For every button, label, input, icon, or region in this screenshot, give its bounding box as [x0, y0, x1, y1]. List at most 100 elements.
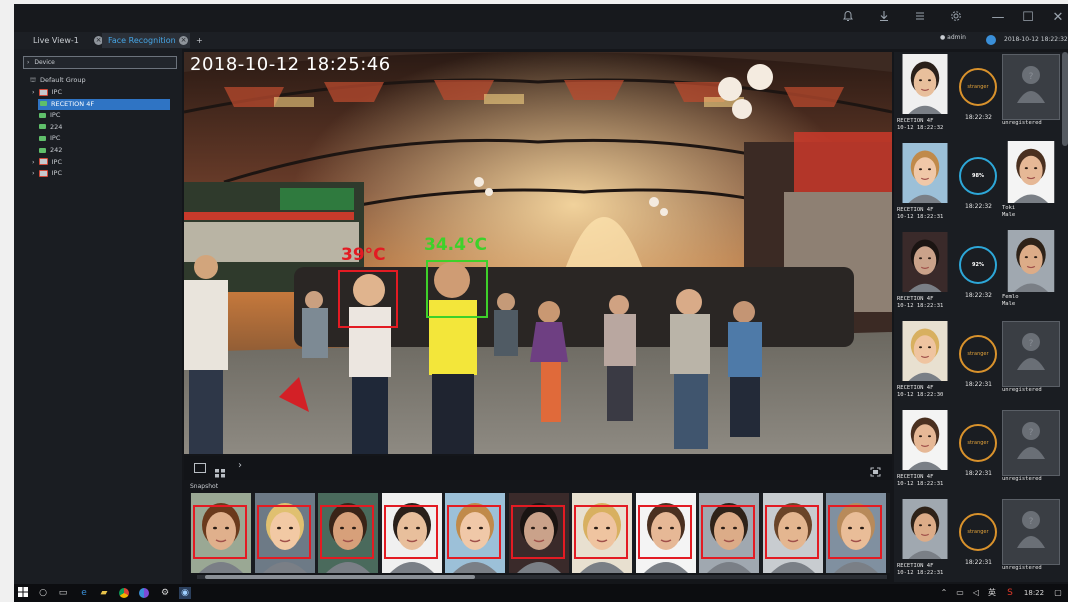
face-box: [447, 505, 501, 559]
grid-view-icon[interactable]: [215, 463, 225, 478]
tab-live-view[interactable]: Live View-1 ×: [27, 33, 105, 48]
expand-icon[interactable]: ›: [32, 88, 35, 96]
unregistered-placeholder: ?: [1002, 321, 1060, 387]
settings-icon[interactable]: [948, 10, 964, 26]
maximize-button[interactable]: ☐: [1020, 10, 1036, 26]
snapshot-thumbnail[interactable]: [254, 493, 316, 573]
temperature-label: 39°C: [341, 245, 386, 265]
group-label: Default Group: [39, 76, 86, 84]
sidebar-item[interactable]: › IPC: [32, 157, 62, 168]
single-view-icon[interactable]: [194, 463, 206, 473]
globe-icon[interactable]: [986, 35, 996, 45]
tab-label: Live View-1: [33, 36, 79, 45]
taskbar-clock[interactable]: 18:22: [1020, 587, 1048, 599]
captured-face[interactable]: [897, 410, 953, 470]
chevron-right-icon: ›: [27, 59, 30, 66]
face-box: [637, 505, 692, 559]
snapshot-thumbnail[interactable]: [444, 493, 506, 573]
settings-app-icon[interactable]: ⚙: [159, 587, 171, 599]
face-detection-box: [338, 270, 398, 328]
captured-face[interactable]: [897, 143, 953, 203]
fullscreen-icon[interactable]: [870, 462, 881, 477]
ime-indicator[interactable]: 英: [986, 587, 998, 599]
next-icon[interactable]: ›: [238, 460, 242, 471]
snapshot-thumbnail[interactable]: [190, 493, 252, 573]
match-score-ring: stranger: [959, 424, 997, 462]
sidebar-item[interactable]: › IPC: [32, 168, 62, 179]
windows-taskbar: ○ ▭ e ▰ ⚙ ◉ ⌃ ▭ ◁ 英 S 18:22 ▢: [14, 584, 1068, 602]
captured-face[interactable]: [897, 54, 953, 114]
task-view-icon[interactable]: ▭: [57, 587, 69, 599]
snapshot-thumbnail[interactable]: [317, 493, 379, 573]
capture-caption: RECETION 4F 10-12 18:22:32: [897, 118, 944, 131]
expand-icon[interactable]: ›: [32, 158, 35, 166]
video-timestamp: 2018-10-12 18:25:46: [190, 54, 391, 75]
snapshot-thumbnail[interactable]: [508, 493, 570, 573]
snapshot-thumbnail[interactable]: [762, 493, 824, 573]
snapshot-thumbnail[interactable]: [571, 493, 633, 573]
video-controls: ›: [184, 456, 892, 480]
sidebar-item[interactable]: RECETION 4F: [38, 98, 170, 110]
tab-face-recognition[interactable]: Face Recognition ×: [102, 33, 190, 48]
match-time: 18:22:31: [965, 470, 992, 477]
snapshot-thumbnail[interactable]: [825, 493, 887, 573]
antivirus-icon[interactable]: S: [1004, 587, 1016, 599]
volume-icon[interactable]: ◁: [970, 587, 982, 599]
snapshot-thumbnail[interactable]: [698, 493, 760, 573]
svg-text:?: ?: [1029, 428, 1034, 438]
registered-face[interactable]: [1002, 230, 1060, 292]
edge-icon[interactable]: e: [78, 587, 90, 599]
sidebar-item[interactable]: IPC: [39, 110, 60, 121]
windows-start-icon[interactable]: [17, 587, 29, 599]
sidebar-item[interactable]: IPC: [39, 133, 60, 144]
captured-face[interactable]: [897, 232, 953, 292]
sidebar-item[interactable]: 242: [39, 145, 62, 156]
download-icon[interactable]: [876, 10, 892, 26]
sidebar-item[interactable]: › IPC: [32, 87, 62, 98]
sidebar-item[interactable]: 224: [39, 122, 62, 133]
bell-icon[interactable]: [840, 10, 856, 26]
close-tab-icon[interactable]: ×: [179, 36, 188, 45]
match-caption: unregistered: [1002, 476, 1042, 482]
notification-icon[interactable]: ▢: [1052, 587, 1064, 599]
tray-up-icon[interactable]: ⌃: [938, 587, 950, 599]
registered-face[interactable]: [1002, 141, 1060, 203]
unregistered-placeholder: ?: [1002, 410, 1060, 476]
group-icon: ⛫: [30, 76, 36, 84]
face-box: [256, 505, 311, 559]
face-box: [828, 505, 882, 559]
expand-icon[interactable]: ›: [32, 169, 35, 177]
snapshot-thumbnail[interactable]: [635, 493, 697, 573]
camera-icon: [39, 112, 46, 118]
chrome-icon[interactable]: [118, 587, 130, 599]
nvr-icon: [38, 88, 48, 96]
minimize-button[interactable]: —: [990, 10, 1006, 26]
folder-icon[interactable]: ▰: [98, 587, 110, 599]
close-button[interactable]: ✕: [1050, 10, 1066, 26]
face-box: [764, 505, 819, 559]
title-bar: — ☐ ✕: [14, 4, 1068, 32]
search-icon[interactable]: ○: [37, 587, 49, 599]
match-time: 18:22:31: [965, 559, 992, 566]
sidebar-item-label: RECETION 4F: [51, 99, 95, 108]
user-menu[interactable]: ● admin: [940, 34, 966, 41]
tree-group[interactable]: ⛫ Default Group: [30, 75, 86, 86]
capture-caption: RECETION 4F 10-12 18:22:31: [897, 296, 944, 309]
person-silhouette-icon: ?: [1017, 66, 1045, 103]
scrollbar-thumb[interactable]: [205, 575, 475, 579]
network-icon[interactable]: ▭: [954, 587, 966, 599]
app-icon[interactable]: [138, 587, 150, 599]
snapshot-scrollbar[interactable]: [197, 575, 887, 579]
menu-icon[interactable]: [912, 10, 928, 26]
add-tab-button[interactable]: +: [190, 33, 208, 48]
client-app-icon[interactable]: ◉: [179, 587, 191, 599]
capture-caption: RECETION 4F 10-12 18:22:31: [897, 474, 944, 487]
market-scene-image: [184, 52, 892, 454]
unregistered-placeholder: ?: [1002, 499, 1060, 565]
live-video[interactable]: 2018-10-12 18:25:46 39°C 34.4°C: [184, 52, 892, 454]
snapshot-thumbnail[interactable]: [381, 493, 443, 573]
captured-face[interactable]: [897, 321, 953, 381]
captured-face[interactable]: [897, 499, 953, 559]
device-header[interactable]: › Device: [23, 56, 177, 69]
recognition-scrollbar[interactable]: [1062, 52, 1068, 146]
